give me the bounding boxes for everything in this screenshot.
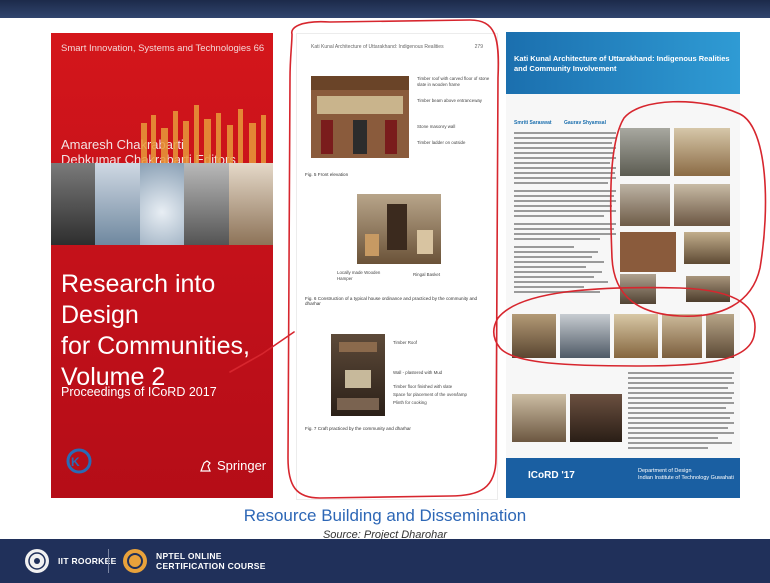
top-bar: [0, 0, 770, 18]
iit-roorkee-brand: IIT ROORKEE: [24, 548, 117, 574]
nptel-brand: NPTEL ONLINE CERTIFICATION COURSE: [122, 548, 266, 574]
slide: Smart Innovation, Systems and Technologi…: [0, 18, 770, 541]
nptel-logo-icon: [123, 549, 147, 573]
bottom-bar: IIT ROORKEE NPTEL ONLINE CERTIFICATION C…: [0, 539, 770, 583]
nptel-line-2: CERTIFICATION COURSE: [156, 561, 266, 571]
nptel-label: NPTEL ONLINE CERTIFICATION COURSE: [156, 551, 266, 571]
nptel-line-1: NPTEL ONLINE: [156, 551, 222, 561]
red-annotation-marks: [229, 19, 767, 499]
iit-roorkee-logo-icon: [25, 549, 49, 573]
slide-footer-title: Resource Building and Dissemination: [243, 506, 527, 525]
bottom-bar-divider: [108, 549, 109, 573]
